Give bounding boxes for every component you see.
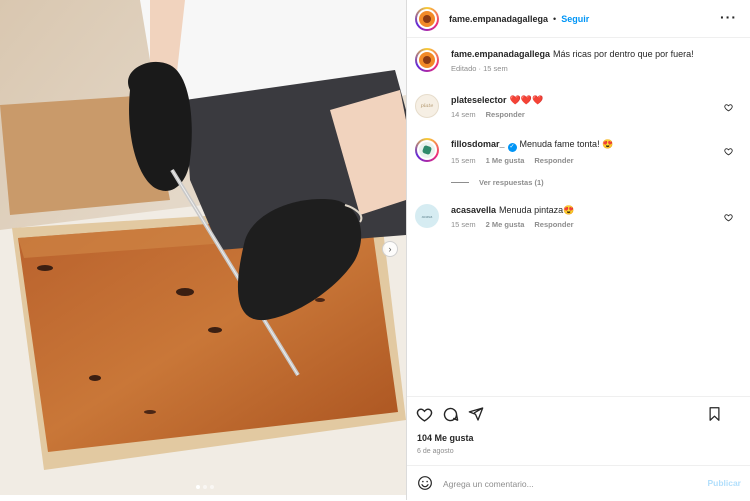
likes-count[interactable]: 104 Me gusta (417, 433, 474, 443)
caption-message: Más ricas por dentro que por fuera! (553, 49, 694, 59)
post-photo[interactable]: › (0, 0, 406, 495)
verified-badge-icon: ✓ (507, 143, 517, 152)
post-date: 6 de agosto (417, 448, 454, 455)
comment-text: fillosdomar_ ✓ Menuda fame tonta! 😍 (451, 138, 721, 152)
view-replies-button[interactable]: Ver respuestas (1) (451, 178, 544, 187)
comment-meta: 15 sem 2 Me gusta Responder (451, 220, 721, 229)
author-avatar[interactable] (415, 6, 439, 31)
reply-button[interactable]: Responder (534, 220, 573, 229)
like-comment-heart-icon[interactable] (724, 213, 733, 222)
author-username[interactable]: fame.empanadagallega (449, 14, 548, 24)
comment-likes[interactable]: 2 Me gusta (486, 220, 525, 229)
carousel-dot (203, 485, 207, 489)
comment-meta: 15 sem 1 Me gusta Responder (451, 156, 721, 165)
commenter-avatar[interactable] (415, 138, 439, 162)
post-header: fame.empanadagallega • Seguir ··· (407, 0, 750, 38)
comment-username[interactable]: acasavella (451, 205, 496, 215)
save-bookmark-icon[interactable] (705, 405, 723, 423)
reply-button[interactable]: Responder (534, 156, 573, 165)
comment-message: ❤️❤️❤️ (509, 95, 544, 105)
comment-time: 15 sem (451, 156, 476, 165)
like-heart-icon[interactable] (415, 405, 433, 423)
carousel-dot (210, 485, 214, 489)
comment-message: Menuda fame tonta! 😍 (519, 139, 614, 149)
comment-message: Menuda pintaza😍 (499, 205, 575, 215)
commenter-avatar[interactable]: acasa (415, 204, 439, 228)
share-paper-plane-icon[interactable] (467, 405, 485, 423)
commenter-avatar[interactable]: plate (415, 94, 439, 118)
header-separator: • (553, 13, 557, 24)
more-icon[interactable]: ··· (720, 10, 737, 24)
comment-text: acasavella Menuda pintaza😍 (451, 204, 721, 216)
instagram-post-modal: › fame.empanadagallega • Seguir ··· fame… (0, 0, 750, 500)
caption-text: fame.empanadagallega Más ricas por dentro… (451, 48, 721, 60)
publish-button[interactable]: Publicar (707, 478, 741, 488)
reply-button[interactable]: Responder (486, 110, 525, 119)
add-comment-bar: Publicar (407, 465, 750, 501)
comment-bubble-icon[interactable] (441, 405, 459, 423)
replies-divider (451, 182, 469, 183)
comment-username[interactable]: plateselector (451, 95, 507, 105)
comment-text: plateselector ❤️❤️❤️ (451, 94, 721, 106)
like-comment-heart-icon[interactable] (724, 147, 733, 156)
post-actions: 104 Me gusta 6 de agosto Publicar (407, 396, 750, 500)
post-side-panel: fame.empanadagallega • Seguir ··· fame.e… (406, 0, 750, 500)
like-comment-heart-icon[interactable] (724, 103, 733, 112)
comment-time: 14 sem (451, 110, 476, 119)
carousel-dots (196, 485, 214, 489)
comment-meta: 14 sem Responder (451, 110, 721, 119)
caption-edited-time: Editado · 15 sem (451, 64, 508, 73)
caption-meta: Editado · 15 sem (451, 64, 721, 73)
comment-username[interactable]: fillosdomar_ (451, 139, 505, 149)
view-replies-label: Ver respuestas (1) (479, 178, 544, 187)
empanada-photo-illustration (0, 0, 406, 495)
carousel-dot-active (196, 485, 200, 489)
follow-button[interactable]: Seguir (561, 14, 589, 24)
comment-likes[interactable]: 1 Me gusta (486, 156, 525, 165)
caption-avatar[interactable] (415, 48, 439, 72)
carousel-next-button[interactable]: › (382, 241, 398, 257)
caption-username[interactable]: fame.empanadagallega (451, 49, 550, 59)
comment-input[interactable] (443, 475, 683, 493)
comment-time: 15 sem (451, 220, 476, 229)
emoji-icon[interactable] (417, 475, 435, 493)
